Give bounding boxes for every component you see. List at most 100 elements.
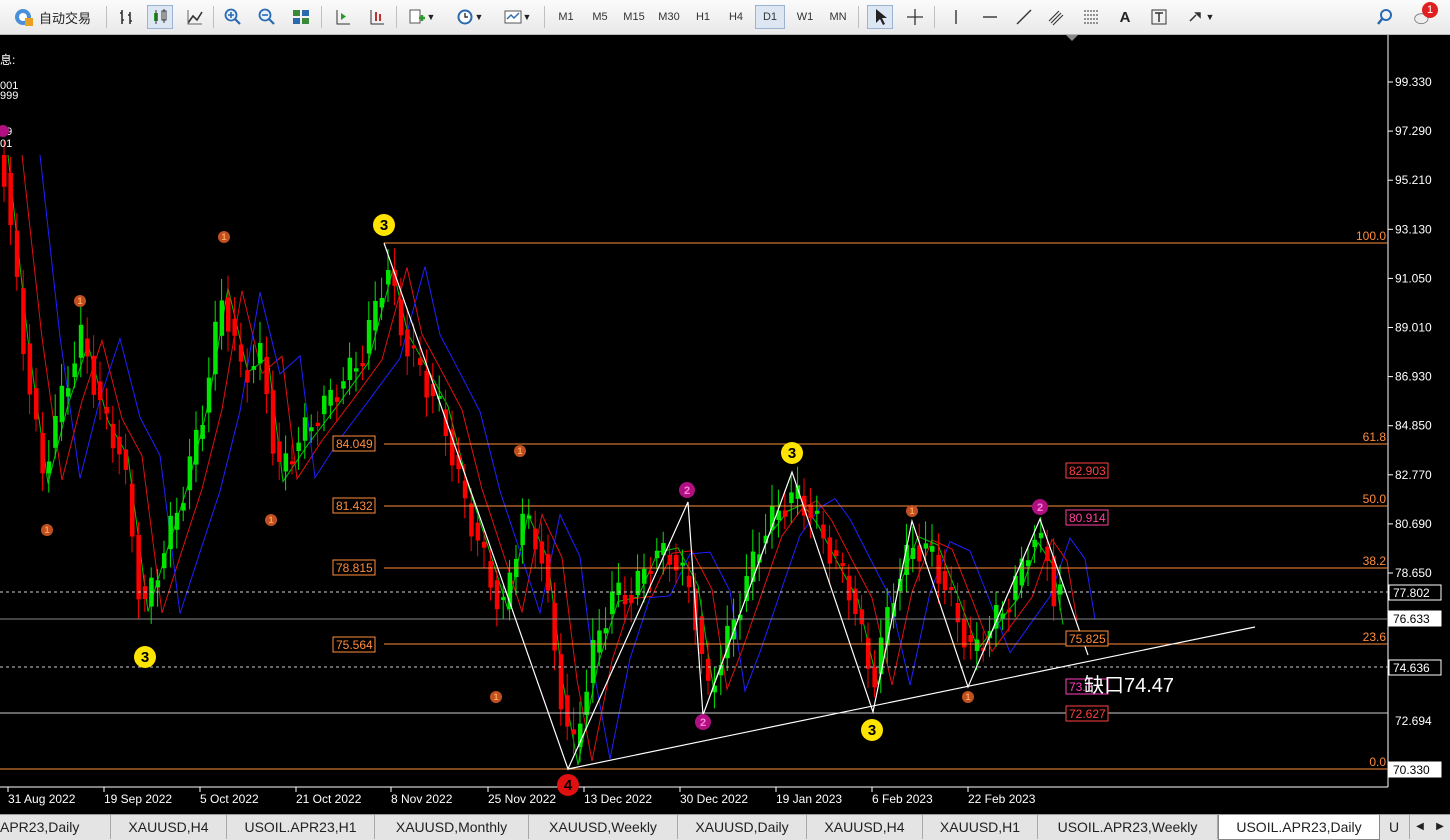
tab-usoil-weekly[interactable]: USOIL.APR23,Weekly [1038, 815, 1218, 839]
wave-label-text: 1 [221, 232, 226, 242]
candle-body [546, 554, 551, 591]
dropdown-arrow-icon: ▼ [426, 12, 436, 22]
timeframe-d1[interactable]: D1 [755, 5, 785, 29]
candle-body [942, 571, 948, 591]
candle-body [501, 597, 506, 601]
autotrade-button[interactable]: 自动交易 [4, 5, 100, 29]
candle-body [181, 503, 186, 511]
tab-xauusd-monthly[interactable]: XAUUSD,Monthly [375, 815, 529, 839]
tile-windows-icon [293, 10, 309, 24]
candle-body [968, 635, 973, 642]
gap-annotation: 缺口74.47 [1084, 674, 1174, 697]
search-button[interactable] [1372, 5, 1398, 29]
tab-scroll-left[interactable]: ◀ [1410, 815, 1430, 839]
tab-partial[interactable]: U [1379, 815, 1410, 839]
zoom-out-button[interactable] [254, 5, 280, 29]
candle-body [245, 370, 250, 383]
cursor-button[interactable] [867, 5, 893, 29]
candle-body [85, 338, 90, 357]
clock-icon [457, 9, 473, 25]
search-icon [1377, 9, 1392, 25]
zoom-in-button[interactable] [220, 5, 246, 29]
toolbar-separator [858, 6, 859, 28]
timeframe-m5[interactable]: M5 [585, 5, 615, 29]
timeframe-w1[interactable]: W1 [790, 5, 820, 29]
candle-body [232, 319, 237, 336]
indicators-button[interactable]: ▼ [404, 5, 438, 29]
vertical-line-button[interactable] [943, 5, 969, 29]
candle-body [334, 397, 340, 402]
timeframe-m30[interactable]: M30 [654, 5, 684, 29]
toolbar-separator [321, 6, 322, 28]
timeframe-mn[interactable]: MN [823, 5, 853, 29]
candle-body [328, 389, 333, 406]
candle-body [360, 363, 365, 366]
tile-windows-button[interactable] [288, 5, 314, 29]
timeframe-h4[interactable]: H4 [721, 5, 751, 29]
fib-level-label: 38.2 [1363, 554, 1387, 568]
candle-body [322, 395, 327, 415]
chart-shift-button[interactable] [330, 5, 356, 29]
candle-body [430, 383, 436, 397]
info-value: 01 [0, 138, 12, 150]
candle-body [72, 363, 77, 377]
autoscroll-button[interactable] [364, 5, 390, 29]
wave-label-text: 1 [268, 515, 273, 525]
candle-body [366, 319, 372, 354]
tab-usoil-h1[interactable]: USOIL.APR23,H1 [227, 815, 375, 839]
tab-xauusd-h4[interactable]: XAUUSD,H4 [111, 815, 227, 839]
candle-body [1038, 532, 1044, 539]
notifications-button[interactable]: 1 [1406, 2, 1440, 29]
timeframe-h1[interactable]: H1 [688, 5, 718, 29]
date-tick-label: 6 Feb 2023 [872, 792, 933, 806]
wave-label-text: 3 [380, 217, 388, 234]
horizontal-line-button[interactable] [977, 5, 1003, 29]
periods-button[interactable]: ▼ [450, 5, 488, 29]
price-tick-label: 80.690 [1395, 517, 1432, 531]
tab-xauusd-daily[interactable]: XAUUSD,Daily [678, 815, 807, 839]
tab-usoil-daily[interactable]: USOIL.APR23,Daily [1218, 815, 1380, 840]
trendline-button[interactable] [1011, 5, 1037, 29]
candle-body [635, 570, 641, 595]
date-tick-label: 8 Nov 2022 [391, 792, 453, 806]
crosshair-button[interactable] [902, 5, 928, 29]
autotrade-label: 自动交易 [38, 10, 91, 26]
candle-body [91, 355, 97, 395]
indicators-icon [409, 9, 425, 24]
autoscroll-icon [370, 10, 384, 25]
templates-button[interactable]: ▼ [497, 5, 537, 29]
tab-xauusd-weekly[interactable]: XAUUSD,Weekly [529, 815, 678, 839]
timeframe-m15[interactable]: M15 [619, 5, 649, 29]
notification-badge: 1 [1422, 2, 1438, 18]
candle-body [270, 390, 276, 454]
price-chart[interactable]: 100.0 61.8 50.0 38.2 23.6 0.0 84.049 81.432 78.8… [0, 35, 1450, 814]
candle-body [642, 568, 647, 584]
tab-xauusd-h1[interactable]: XAUUSD,H1 [923, 815, 1038, 839]
candle-body [168, 515, 173, 549]
price-tick-label: 91.050 [1395, 271, 1432, 285]
tab-scroll-right[interactable]: ▶ [1430, 815, 1450, 839]
dropdown-arrow-icon: ▼ [1205, 12, 1215, 22]
candle-body [469, 503, 474, 537]
candle-body [8, 173, 13, 226]
timeframe-m1[interactable]: M1 [551, 5, 581, 29]
candlestick-icon [154, 9, 167, 24]
chart-shift-marker [1066, 35, 1078, 41]
equidistant-channel-button[interactable] [1044, 5, 1070, 29]
candlestick-button[interactable] [147, 5, 173, 29]
candle-body [622, 595, 628, 605]
candle-body [834, 550, 839, 556]
text-tool-button[interactable]: A [1112, 5, 1138, 29]
price-marker-label: 74.636 [1393, 661, 1430, 675]
candle-body [136, 535, 141, 600]
candle-body [398, 299, 404, 336]
tab-xauusd-h4-2[interactable]: XAUUSD,H4 [807, 815, 923, 839]
tab-usoil-daily-partial[interactable]: APR23,Daily [0, 815, 111, 839]
line-chart-button[interactable] [182, 5, 208, 29]
text-label-button[interactable] [1146, 5, 1172, 29]
fibonacci-button[interactable] [1078, 5, 1104, 29]
toolbar: 自动交易 ▼ ▼ ▼ M1 M5 M15 M30 H1 H4 D1 W1 MN [0, 0, 1450, 35]
bar-chart-button[interactable] [114, 5, 140, 29]
candle-body [814, 510, 820, 514]
arrows-button[interactable]: ▼ [1180, 5, 1220, 29]
